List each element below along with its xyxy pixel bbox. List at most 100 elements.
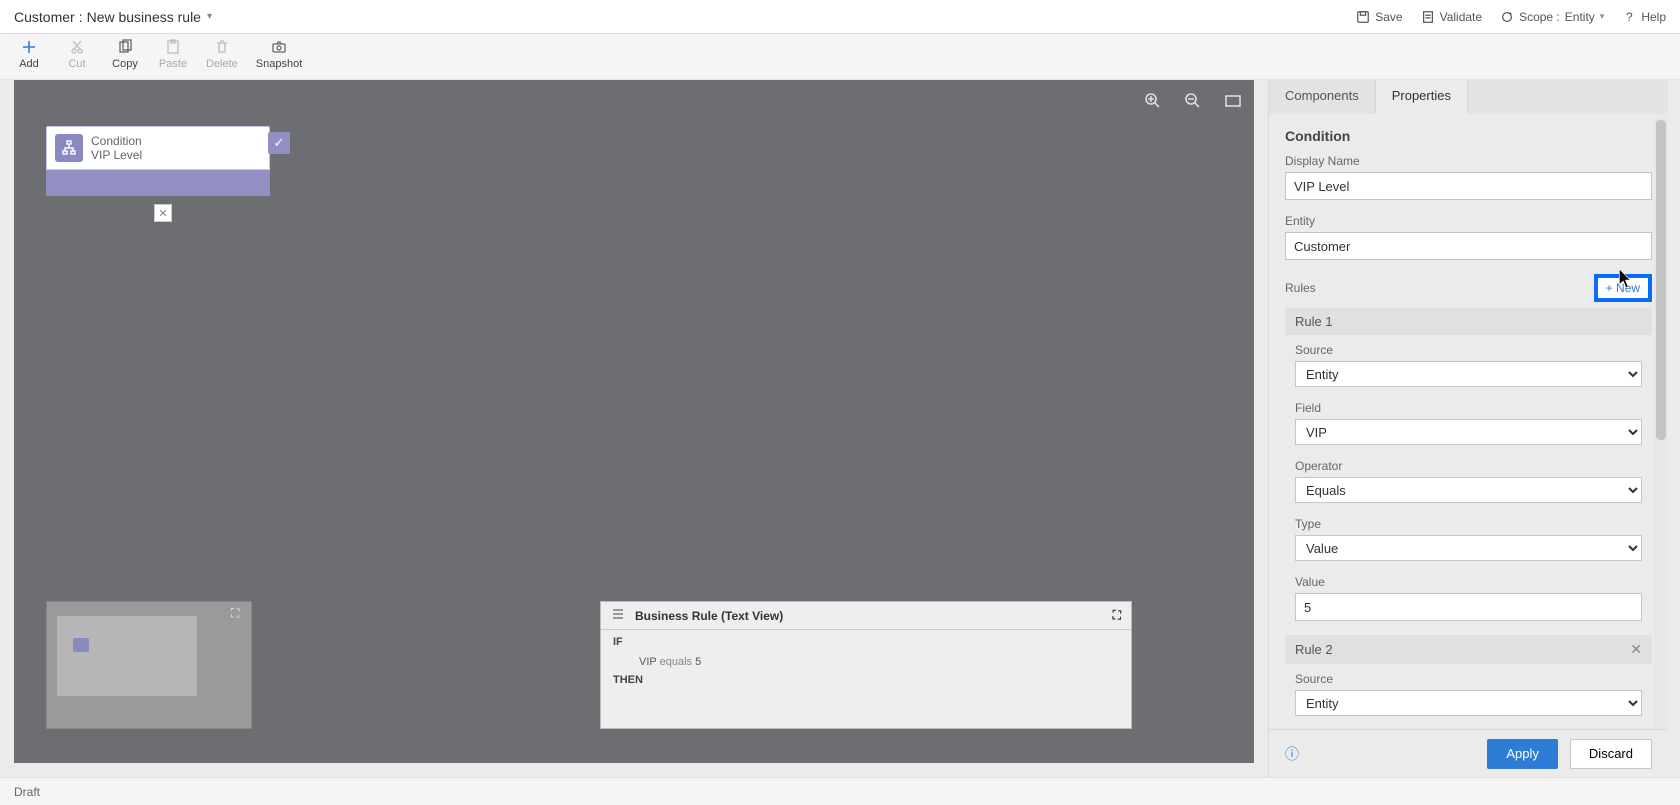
source-select[interactable]: Entity: [1295, 361, 1642, 387]
save-button[interactable]: Save: [1356, 10, 1402, 24]
fit-screen-button[interactable]: [1222, 90, 1244, 112]
validate-icon: [1421, 10, 1435, 24]
panel-body: Condition Display Name Entity Rules + Ne…: [1269, 114, 1668, 729]
minimap-viewport[interactable]: [57, 616, 197, 696]
condition-node[interactable]: Condition VIP Level: [46, 126, 270, 196]
copy-button[interactable]: Copy: [110, 38, 140, 70]
rule-1-header[interactable]: Rule 1: [1285, 308, 1652, 335]
expr-field: VIP: [639, 656, 657, 668]
condition-node-text: Condition VIP Level: [91, 134, 142, 163]
header-actions: Save Validate Scope : Entity ▾ ? Help: [1356, 10, 1666, 24]
expr-value: 5: [695, 656, 701, 668]
camera-icon: [270, 38, 288, 56]
add-button[interactable]: Add: [14, 38, 44, 70]
status-text: Draft: [14, 785, 40, 799]
chevron-down-icon: ▾: [1600, 11, 1605, 22]
action-toolbar: Add Cut Copy Paste Delete Snapshot: [0, 34, 1680, 80]
scrollbar-thumb[interactable]: [1656, 120, 1666, 440]
scope-label: Scope :: [1519, 10, 1560, 24]
copy-icon: [116, 38, 134, 56]
minimap[interactable]: ⛶: [46, 601, 252, 729]
delete-button[interactable]: Delete: [206, 38, 238, 70]
cut-label: Cut: [68, 58, 85, 70]
zoom-in-button[interactable]: [1142, 90, 1164, 112]
snapshot-button[interactable]: Snapshot: [256, 38, 302, 70]
trash-icon: [213, 38, 231, 56]
type-select[interactable]: Value: [1295, 535, 1642, 561]
text-view-panel: Business Rule (Text View) ⛶ IF VIP equal…: [600, 601, 1132, 729]
source-select-2[interactable]: Entity: [1295, 690, 1642, 716]
type-label: Type: [1295, 517, 1642, 531]
title-separator: :: [79, 9, 83, 25]
designer-canvas[interactable]: Condition VIP Level ✓ ✕ ⛶ Business Rule …: [14, 80, 1254, 763]
cut-button[interactable]: Cut: [62, 38, 92, 70]
apply-button[interactable]: Apply: [1487, 739, 1558, 769]
value-input[interactable]: [1295, 593, 1642, 621]
tab-components[interactable]: Components: [1269, 80, 1376, 114]
save-label: Save: [1375, 10, 1402, 24]
page-title[interactable]: Customer: New business rule ▾: [14, 9, 212, 25]
source-label-2: Source: [1295, 672, 1642, 686]
snapshot-label: Snapshot: [256, 58, 302, 70]
panel-footer: ⓘ Apply Discard: [1269, 729, 1668, 777]
entity-input[interactable]: [1285, 232, 1652, 260]
scope-icon: [1500, 10, 1514, 24]
rule-2-label: Rule 2: [1295, 642, 1333, 657]
rule-1-label: Rule 1: [1295, 314, 1333, 329]
condition-value: VIP Level: [91, 148, 142, 162]
zoom-controls: [1142, 90, 1244, 112]
copy-label: Copy: [112, 58, 138, 70]
text-view-body: IF VIP equals 5 THEN: [601, 630, 1131, 700]
rules-label: Rules: [1285, 281, 1316, 295]
source-label: Source: [1295, 343, 1642, 357]
field-select[interactable]: VIP: [1295, 419, 1642, 445]
rule-2-header[interactable]: Rule 2 ✕: [1285, 635, 1652, 664]
close-icon[interactable]: ✕: [154, 204, 172, 222]
add-label: Add: [19, 58, 39, 70]
scope-value: Entity: [1565, 10, 1595, 24]
field-label: Field: [1295, 401, 1642, 415]
hierarchy-icon: [55, 134, 83, 162]
discard-button[interactable]: Discard: [1570, 739, 1652, 769]
display-name-label: Display Name: [1285, 154, 1652, 168]
tab-properties[interactable]: Properties: [1376, 80, 1468, 114]
expr-op: equals: [660, 656, 692, 668]
help-icon: ?: [1622, 10, 1636, 24]
rules-header: Rules + New: [1285, 274, 1652, 302]
status-bar: Draft: [0, 777, 1680, 805]
paste-button[interactable]: Paste: [158, 38, 188, 70]
condition-node-header[interactable]: Condition VIP Level: [46, 126, 270, 170]
condition-label: Condition: [91, 134, 142, 148]
cut-icon: [68, 38, 86, 56]
scope-selector[interactable]: Scope : Entity ▾: [1500, 10, 1604, 24]
minimap-node: [73, 638, 89, 652]
validate-label: Validate: [1440, 10, 1482, 24]
text-view-header: Business Rule (Text View) ⛶: [601, 602, 1131, 630]
new-rule-button[interactable]: + New: [1594, 274, 1652, 302]
expand-icon[interactable]: ⛶: [1113, 608, 1121, 623]
value-label: Value: [1295, 575, 1642, 589]
expand-icon[interactable]: ⛶: [231, 606, 245, 620]
info-icon[interactable]: ⓘ: [1285, 744, 1299, 764]
validate-button[interactable]: Validate: [1421, 10, 1482, 24]
save-icon: [1356, 10, 1370, 24]
properties-panel: Components Properties Condition Display …: [1268, 80, 1668, 777]
close-icon[interactable]: ✕: [1630, 641, 1642, 658]
display-name-input[interactable]: [1285, 172, 1652, 200]
check-icon[interactable]: ✓: [268, 132, 290, 154]
condition-node-body[interactable]: [46, 170, 270, 196]
help-button[interactable]: ? Help: [1622, 10, 1666, 24]
text-view-title: Business Rule (Text View): [635, 609, 783, 623]
panel-tabs: Components Properties: [1269, 80, 1668, 114]
main-area: Condition VIP Level ✓ ✕ ⛶ Business Rule …: [0, 80, 1680, 777]
scrollbar[interactable]: [1654, 114, 1668, 729]
app-header: Customer: New business rule ▾ Save Valid…: [0, 0, 1680, 34]
zoom-out-button[interactable]: [1182, 90, 1204, 112]
if-expression: VIP equals 5: [639, 656, 1119, 668]
delete-label: Delete: [206, 58, 238, 70]
operator-label: Operator: [1295, 459, 1642, 473]
list-icon: [611, 607, 625, 624]
operator-select[interactable]: Equals: [1295, 477, 1642, 503]
chevron-down-icon[interactable]: ▾: [207, 11, 212, 22]
help-label: Help: [1641, 10, 1666, 24]
